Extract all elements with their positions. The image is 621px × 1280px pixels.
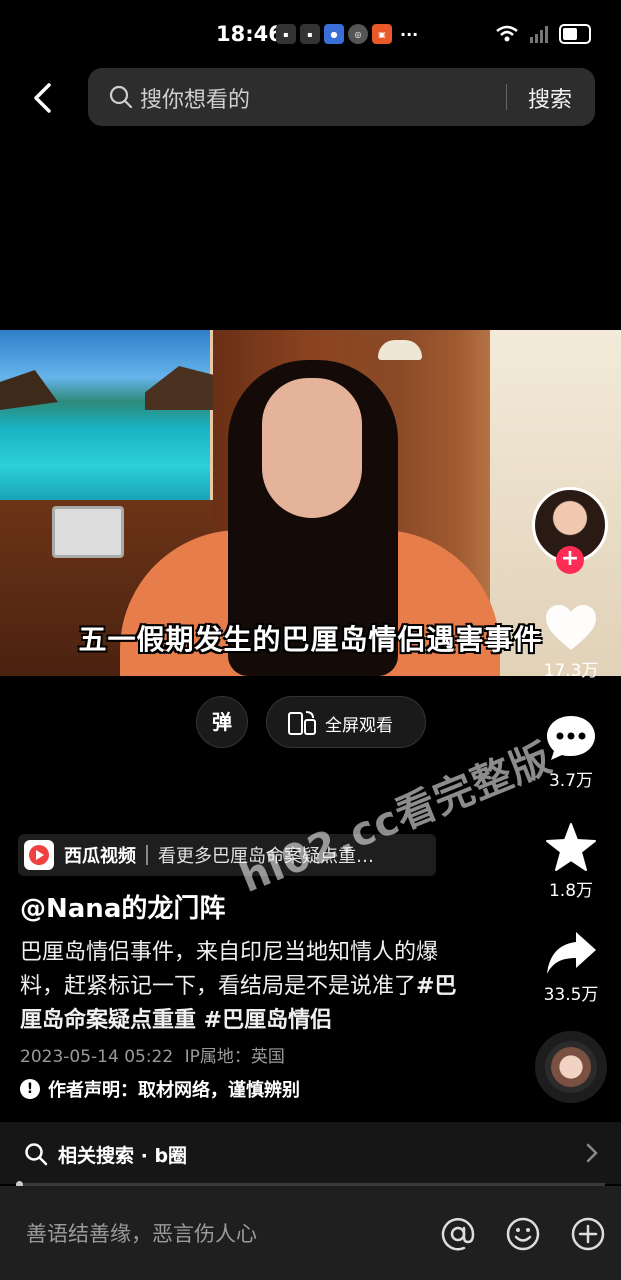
wifi-icon [496,25,518,42]
mention-button[interactable] [440,1216,476,1252]
video-person-face [262,378,362,518]
post-meta: 2023-05-14 05:22 IP属地：英国 [20,1042,285,1067]
source-separator [146,845,148,865]
author-disclaimer: ! 作者声明：取材网络，谨慎辨别 [20,1076,300,1102]
share-button[interactable]: 33.5万 [538,930,604,1005]
video-laptop [52,506,124,558]
app-icon: ▣ [372,24,392,44]
video-pool-inset [0,330,213,500]
battery-icon [559,24,591,44]
description-text: 巴厘岛情侣事件，来自印尼当地知情人的爆料，赶紧标记一下，看结局是不是说准了 [20,940,439,999]
danmaku-toggle-button[interactable]: 弹 [196,696,248,748]
share-arrow-icon [547,932,596,974]
share-count: 33.5万 [543,985,599,1005]
search-icon [25,1143,48,1166]
xigua-video-icon [24,840,54,870]
author-name[interactable]: @Nana的龙门阵 [20,888,225,925]
chevron-left-icon [34,83,51,113]
signal-icon [530,26,548,43]
browser-icon: ● [324,24,344,44]
video-subtitle: 五一假期发生的巴厘岛情侣遇害事件 [78,623,543,656]
comment-icon [547,716,595,760]
emoji-icon [506,1217,540,1251]
post-datetime: 2023-05-14 05:22 [20,1047,174,1067]
add-button[interactable] [570,1216,606,1252]
search-divider [506,84,507,110]
fullscreen-button[interactable]: 全屏观看 [266,696,426,748]
status-bar: 18:46 ▪ ▪ ● ◎ ▣ ··· [0,0,621,72]
search-button[interactable]: 搜索 [528,82,572,114]
status-app-icons: ▪ ▪ ● ◎ ▣ ··· [276,24,418,44]
hotspot-icon: ◎ [348,24,368,44]
emoji-button[interactable] [505,1216,541,1252]
search-box[interactable]: 搜你想看的 搜索 [88,68,595,126]
search-input[interactable]: 搜你想看的 [140,82,250,114]
search-icon [109,85,133,109]
favorite-button[interactable]: 1.8万 [538,822,604,901]
exclamation-icon: ! [20,1079,40,1099]
star-icon [546,823,596,871]
pool-hut-left [0,370,58,410]
fullscreen-label: 全屏观看 [325,716,393,736]
disclaimer-text: 作者声明：取材网络，谨慎辨别 [48,1080,300,1101]
video-lamp [378,340,422,360]
plus-circle-icon [571,1217,605,1251]
huawei-icon: ▪ [276,24,296,44]
huawei-icon: ▪ [300,24,320,44]
more-notifications: ··· [400,24,419,44]
status-system-icons [495,24,591,44]
like-count: 17.3万 [543,661,599,681]
pool-hut-right [145,366,213,410]
favorite-count: 1.8万 [548,881,594,901]
ip-location: IP属地：英国 [184,1047,285,1067]
video-player[interactable]: 五一假期发生的巴厘岛情侣遇害事件 [0,330,621,676]
status-time: 18:46 [216,22,283,46]
related-search-label: 相关搜索 · b圈 [58,1145,188,1167]
at-icon [441,1218,475,1251]
follow-button[interactable]: + [556,546,584,574]
watermark-overlay: hl02.cc看完整版 [233,735,559,902]
like-button[interactable]: 17.3万 [538,604,604,681]
source-app-name: 西瓜视频 [64,846,136,867]
heart-icon [546,605,596,650]
music-disc[interactable] [535,1031,607,1103]
related-search-bar[interactable]: 相关搜索 · b圈 [0,1122,621,1184]
comment-bar: 善语结善缘，恶言伤人心 [0,1186,621,1280]
back-button[interactable] [26,78,58,118]
post-description: 巴厘岛情侣事件，来自印尼当地知情人的爆料，赶紧标记一下，看结局是不是说准了#巴厘… [20,936,460,1038]
rotate-screen-icon [288,711,316,735]
comment-input[interactable]: 善语结善缘，恶言伤人心 [26,1218,257,1248]
chevron-right-icon [586,1143,598,1163]
